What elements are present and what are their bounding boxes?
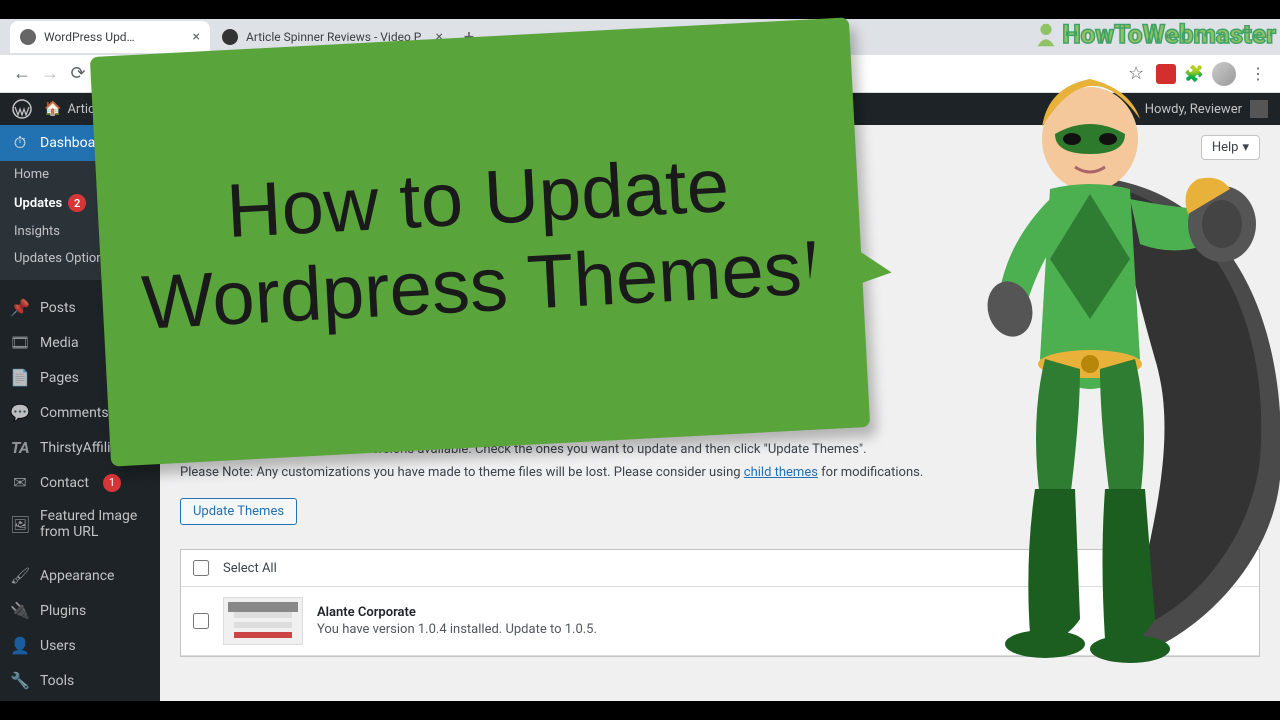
select-all-row: Select All [181,550,1259,587]
menu-settings[interactable]: ⚙Settings [0,698,160,701]
menu-contact[interactable]: ✉ Contact 1 [0,465,160,500]
chrome-menu-icon[interactable]: ⋮ [1244,64,1272,83]
select-all-checkbox[interactable] [193,560,209,576]
help-tab[interactable]: Help ▾ [1201,135,1260,160]
speech-bubble-overlay: How to Update Wordpress Themes! [90,17,870,466]
back-button[interactable]: ← [8,60,36,88]
home-icon: 🏠 [44,101,61,117]
updates-count-badge: 2 [68,194,86,212]
profile-avatar[interactable] [1212,62,1236,86]
menu-icon: 🖼 [10,515,30,534]
menu-label: Posts [40,300,76,316]
update-themes-button[interactable]: Update Themes [180,498,297,525]
forward-button[interactable]: → [36,60,64,88]
menu-icon: ✉ [10,473,30,492]
extension-icon[interactable] [1156,64,1176,84]
theme-checkbox[interactable] [193,613,209,629]
browser-tab-active[interactable]: WordPress Upd… × [10,21,210,53]
menu-icon: 🖌 [10,566,30,585]
wordpress-logo-icon[interactable] [12,99,32,119]
theme-thumbnail [223,597,303,645]
menu-label: Plugins [40,603,86,619]
dashboard-icon: ⏱ [10,133,30,153]
wordpress-favicon [20,29,36,45]
close-icon[interactable]: × [193,29,200,45]
site-favicon [222,29,238,45]
menu-plugins[interactable]: 🔌 Plugins [0,593,160,628]
bookmark-icon[interactable]: ☆ [1128,63,1144,84]
speech-bubble-text: How to Update Wordpress Themes! [90,17,870,466]
theme-update-desc: You have version 1.0.4 installed. Update… [317,622,597,637]
count-badge: 1 [103,474,121,492]
themes-table: Select All Alante Corporate You have ver… [180,549,1260,657]
themes-note-text: Please Note: Any customizations you have… [180,465,1260,480]
menu-label: Media [40,335,79,351]
howdy-text: Howdy, Reviewer [1145,102,1242,117]
menu-icon: 🔌 [10,601,30,620]
menu-label: Comments [40,405,109,421]
child-themes-link[interactable]: child themes [744,465,818,480]
user-avatar [1250,100,1268,118]
watermark: HowToWebmaster [1032,20,1276,50]
extensions-menu-icon[interactable]: 🧩 [1184,64,1204,83]
watermark-mascot-icon [1032,21,1060,49]
menu-appearance[interactable]: 🖌 Appearance [0,558,160,593]
menu-label: Pages [40,370,79,386]
tab-title: WordPress Upd… [44,30,185,44]
menu-icon: 📄 [10,368,30,387]
chevron-down-icon: ▾ [1242,140,1249,155]
theme-row: Alante Corporate You have version 1.0.4 … [181,587,1259,656]
menu-icon: 📌 [10,298,30,317]
select-all-label: Select All [223,561,277,576]
thirstyaffiliates-icon: TA [10,438,30,457]
menu-featured-image-from-url[interactable]: 🖼 Featured Image from URL [0,500,160,548]
menu-label: Featured Image from URL [40,508,150,540]
menu-tools[interactable]: 🔧 Tools [0,663,160,698]
reload-button[interactable]: ⟳ [64,60,92,88]
menu-icon: 👤 [10,636,30,655]
menu-label: Appearance [40,568,114,584]
watermark-text: HowToWebmaster [1062,20,1276,50]
menu-icon: 🔧 [10,671,30,690]
menu-label: Tools [40,673,74,689]
menu-users[interactable]: 👤 Users [0,628,160,663]
menu-label: Contact [40,475,89,491]
menu-icon: 🎞 [10,333,30,352]
howdy-account[interactable]: Howdy, Reviewer [1145,100,1268,118]
theme-name: Alante Corporate [317,605,597,620]
menu-icon: 💬 [10,403,30,422]
menu-label: Users [40,638,76,654]
